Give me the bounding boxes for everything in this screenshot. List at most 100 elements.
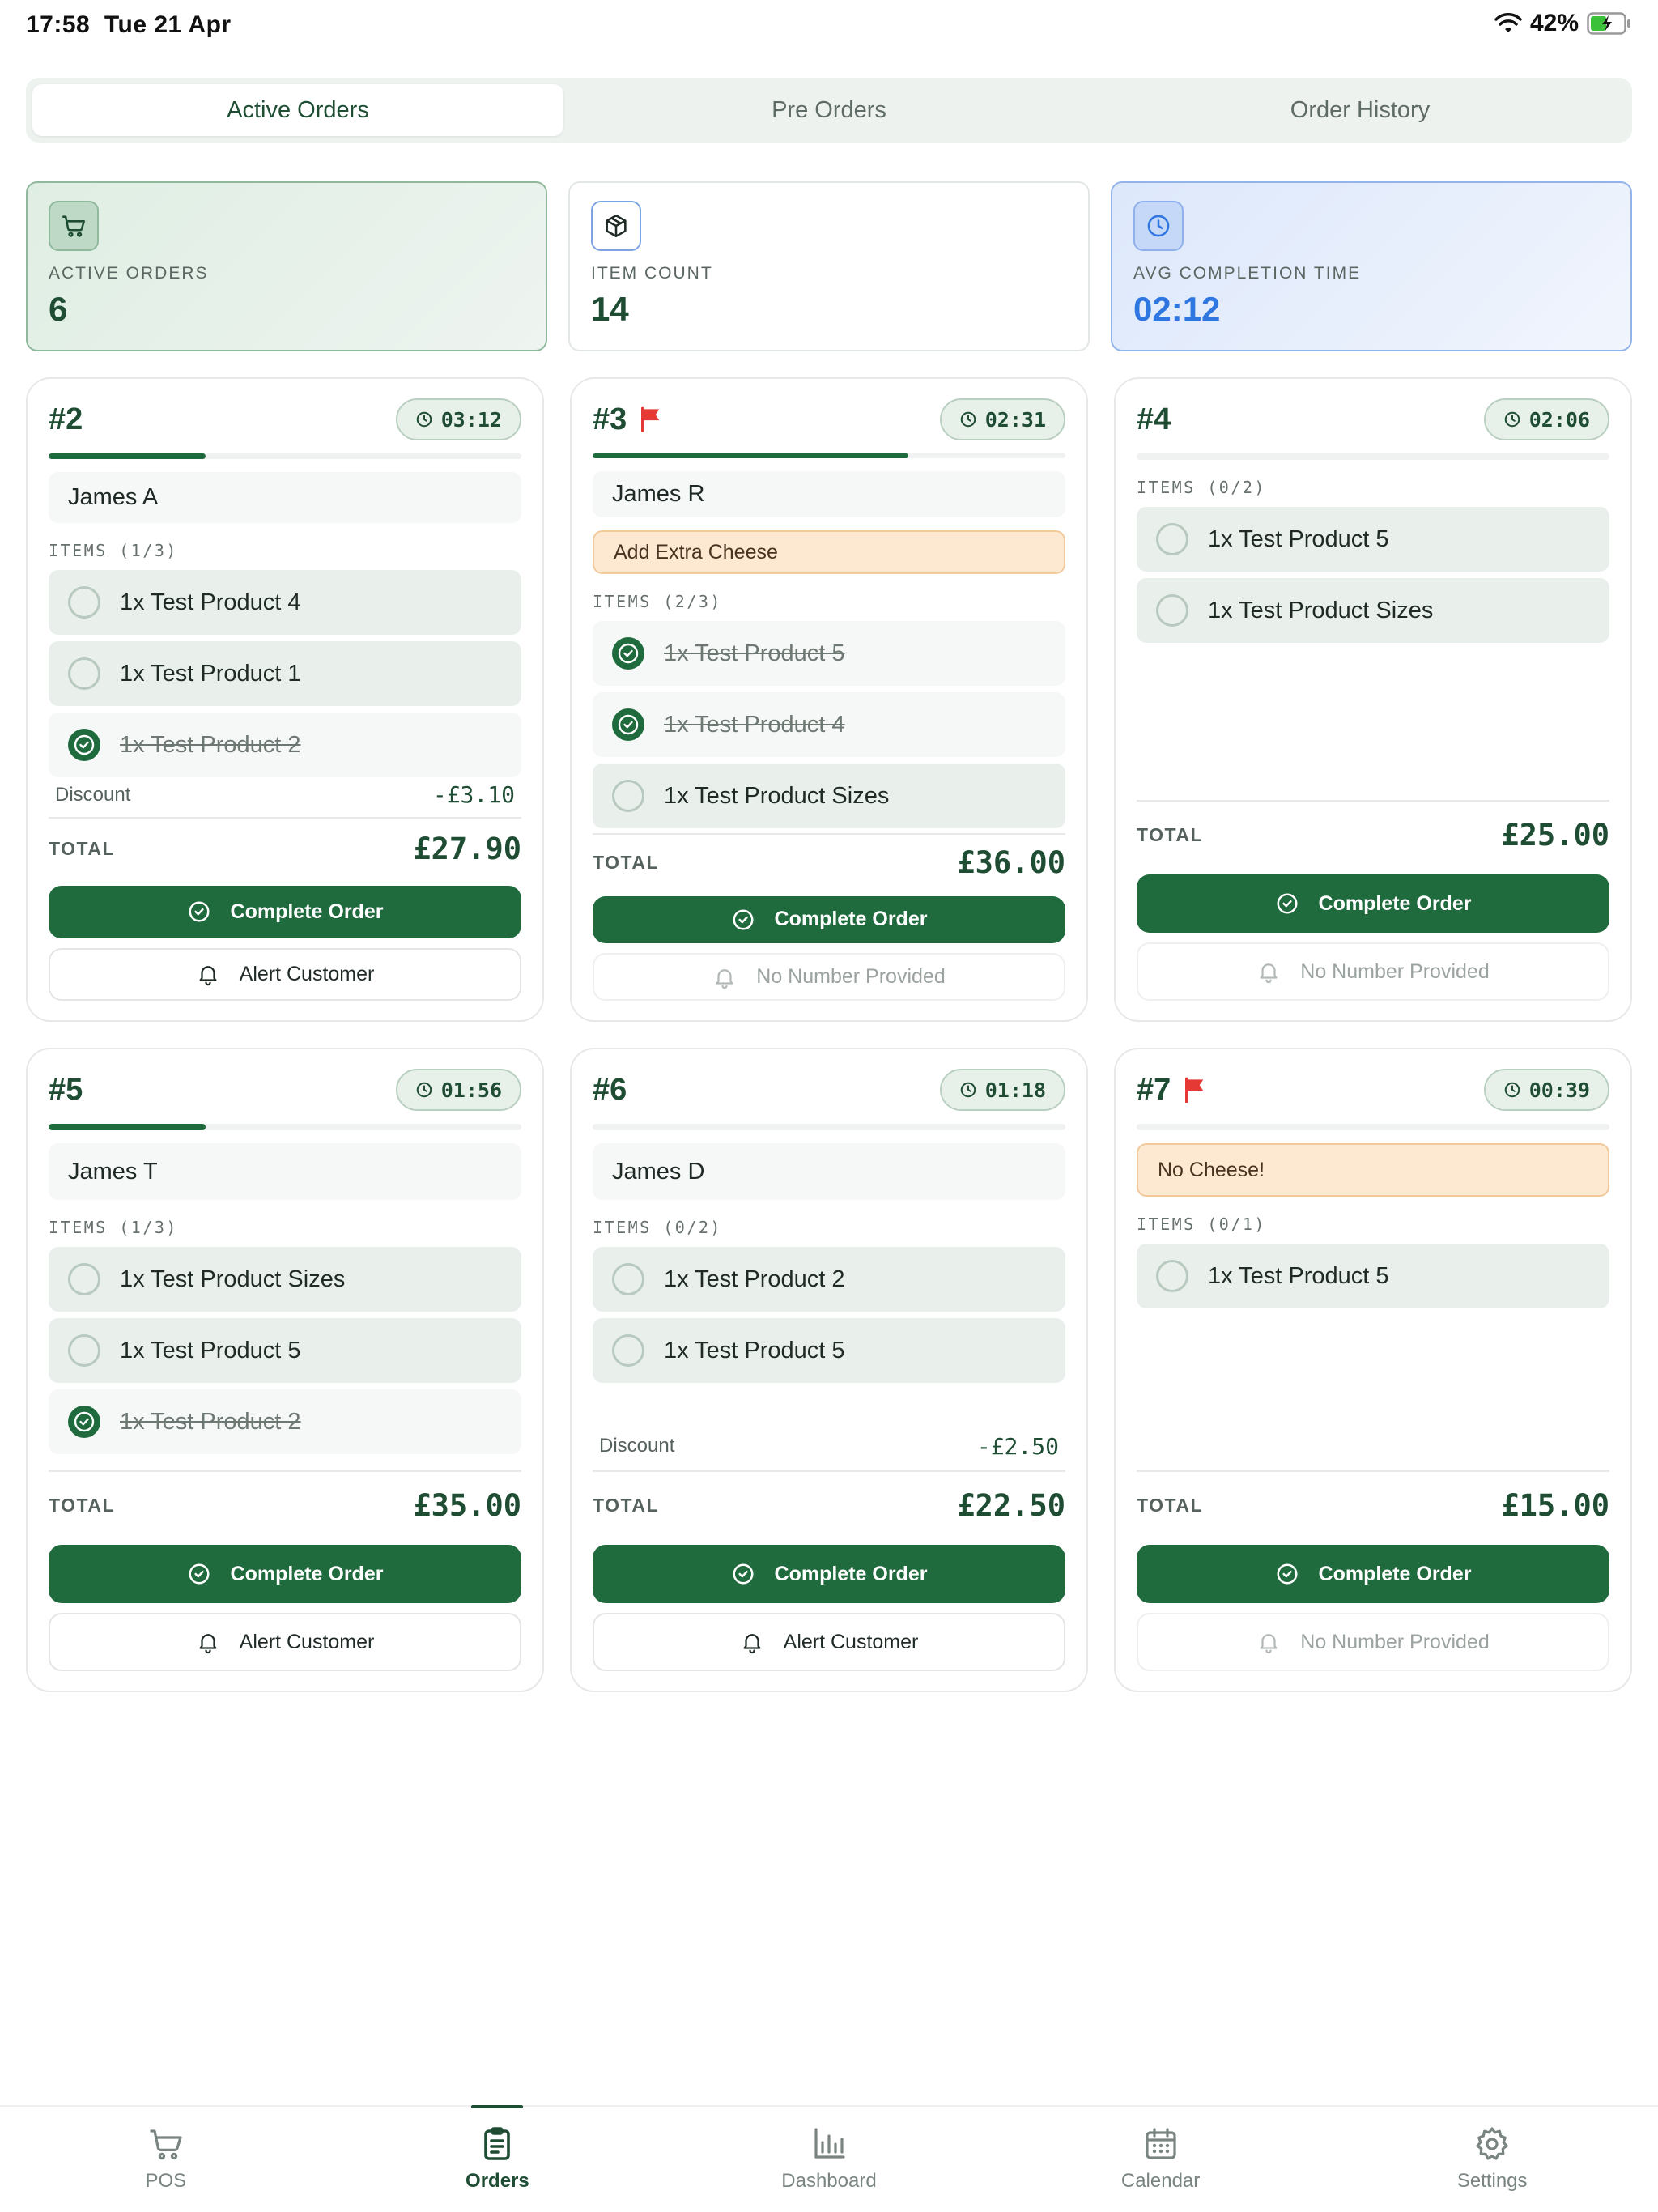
empty-circle-icon bbox=[612, 1263, 644, 1295]
check-circle-icon bbox=[612, 708, 644, 742]
stat-label: ITEM COUNT bbox=[591, 264, 713, 283]
stat-value: 02:12 bbox=[1133, 290, 1221, 328]
order-item[interactable]: 1x Test Product 5 bbox=[49, 1318, 521, 1383]
status-bar: 17:58 Tue 21 Apr 42% bbox=[0, 0, 1658, 52]
nav-label: Settings bbox=[1456, 2170, 1528, 2192]
bottom-nav: POS Orders Dashboard Calendar Settings bbox=[0, 2105, 1658, 2212]
order-item[interactable]: 1x Test Product Sizes bbox=[1137, 578, 1609, 643]
order-item[interactable]: 1x Test Product 1 bbox=[49, 641, 521, 707]
total-value: £25.00 bbox=[1501, 817, 1609, 853]
tab-pre-orders[interactable]: Pre Orders bbox=[563, 84, 1095, 136]
check-circle-icon bbox=[68, 729, 100, 762]
order-header: #7 00:39 bbox=[1137, 1069, 1609, 1111]
order-item[interactable]: 1x Test Product 4 bbox=[593, 692, 1065, 758]
item-name: 1x Test Product Sizes bbox=[120, 1266, 346, 1292]
nav-label: Orders bbox=[466, 2170, 529, 2192]
order-item[interactable]: 1x Test Product 5 bbox=[1137, 507, 1609, 572]
items-label: ITEMS (0/2) bbox=[593, 1218, 722, 1237]
total-row: TOTAL £27.90 bbox=[49, 817, 521, 876]
order-item[interactable]: 1x Test Product Sizes bbox=[49, 1247, 521, 1312]
items-label: ITEMS (0/2) bbox=[1137, 478, 1266, 497]
order-progress bbox=[593, 453, 1065, 459]
order-item[interactable]: 1x Test Product 2 bbox=[49, 713, 521, 778]
complete-order-button[interactable]: Complete Order bbox=[593, 1545, 1065, 1603]
order-item[interactable]: 1x Test Product 5 bbox=[593, 1318, 1065, 1383]
nav-settings[interactable]: Settings bbox=[1326, 2107, 1658, 2212]
discount-label: Discount bbox=[599, 1435, 675, 1457]
order-note: Add Extra Cheese bbox=[593, 530, 1065, 575]
order-item[interactable]: 1x Test Product 5 bbox=[593, 621, 1065, 687]
item-name: 1x Test Product 1 bbox=[120, 660, 301, 687]
nav-label: Calendar bbox=[1120, 2170, 1201, 2192]
order-header: #5 01:56 bbox=[49, 1069, 521, 1111]
nav-calendar[interactable]: Calendar bbox=[995, 2107, 1327, 2212]
total-label: TOTAL bbox=[593, 851, 660, 873]
items-label: ITEMS (1/3) bbox=[49, 541, 178, 561]
item-name: 1x Test Product 5 bbox=[664, 640, 845, 666]
empty-circle-icon bbox=[1156, 594, 1188, 627]
total-row: TOTAL £22.50 bbox=[593, 1470, 1065, 1535]
items-list: 1x Test Product 4 1x Test Product 1 1x Tes… bbox=[49, 570, 521, 778]
order-item[interactable]: 1x Test Product Sizes bbox=[593, 764, 1065, 829]
clock-icon bbox=[1503, 410, 1521, 428]
empty-circle-icon bbox=[68, 657, 100, 691]
cart-icon bbox=[150, 2129, 182, 2160]
total-label: TOTAL bbox=[49, 1494, 116, 1516]
total-row: TOTAL £36.00 bbox=[593, 833, 1065, 887]
order-card: #6 01:18 James D ITEMS (0/2) 1x Test Product… bbox=[570, 1048, 1088, 1692]
tab-active-orders[interactable]: Active Orders bbox=[32, 84, 563, 136]
no-number-button: No Number Provided bbox=[593, 953, 1065, 1001]
order-progress bbox=[1137, 453, 1609, 460]
total-label: TOTAL bbox=[49, 838, 116, 860]
complete-order-button[interactable]: Complete Order bbox=[593, 895, 1065, 944]
progress-fill bbox=[49, 453, 206, 460]
alert-customer-button[interactable]: Alert Customer bbox=[49, 947, 521, 1001]
alert-customer-button[interactable]: Alert Customer bbox=[49, 1613, 521, 1671]
stat-label: ACTIVE ORDERS bbox=[49, 264, 209, 283]
bell-icon bbox=[196, 962, 220, 986]
bell-icon bbox=[740, 1630, 764, 1654]
calendar-icon bbox=[1145, 2128, 1176, 2159]
clock-icon bbox=[415, 410, 433, 428]
nav-dashboard[interactable]: Dashboard bbox=[663, 2107, 995, 2212]
no-number-button: No Number Provided bbox=[1137, 942, 1609, 1001]
progress-fill bbox=[49, 1124, 206, 1130]
order-item[interactable]: 1x Test Product 2 bbox=[593, 1247, 1065, 1312]
order-timer: 03:12 bbox=[395, 398, 521, 440]
items-list: 1x Test Product 2 1x Test Product 5 bbox=[593, 1247, 1065, 1383]
item-name: 1x Test Product 2 bbox=[120, 731, 301, 758]
check-circle-icon bbox=[1275, 1562, 1299, 1586]
order-progress bbox=[49, 1124, 521, 1130]
stats-row: ACTIVE ORDERS 6 ITEM COUNT 14 AVG COMPLE… bbox=[26, 181, 1632, 351]
item-name: 1x Test Product Sizes bbox=[664, 782, 890, 809]
order-number: #7 bbox=[1137, 1072, 1171, 1107]
tab-order-history[interactable]: Order History bbox=[1095, 84, 1626, 136]
order-item[interactable]: 1x Test Product 4 bbox=[49, 570, 521, 636]
order-item[interactable]: 1x Test Product 5 bbox=[1137, 1244, 1609, 1308]
status-indicators: 42% bbox=[1494, 10, 1632, 37]
nav-pos[interactable]: POS bbox=[0, 2107, 332, 2212]
total-label: TOTAL bbox=[593, 1494, 660, 1516]
total-value: £22.50 bbox=[957, 1487, 1065, 1523]
complete-order-button[interactable]: Complete Order bbox=[1137, 874, 1609, 933]
discount-row: Discount -£3.10 bbox=[49, 777, 521, 812]
item-name: 1x Test Product 5 bbox=[120, 1337, 301, 1363]
order-item[interactable]: 1x Test Product 2 bbox=[49, 1389, 521, 1454]
complete-order-button[interactable]: Complete Order bbox=[1137, 1545, 1609, 1603]
alert-customer-button[interactable]: Alert Customer bbox=[593, 1613, 1065, 1671]
order-card: #4 02:06 ITEMS (0/2) 1x Test Product 5 1x Te… bbox=[1114, 377, 1632, 1022]
check-circle-icon bbox=[1275, 891, 1299, 916]
nav-orders[interactable]: Orders bbox=[332, 2105, 664, 2212]
order-header: #3 02:31 bbox=[593, 398, 1065, 440]
customer-name: James R bbox=[593, 471, 1065, 518]
order-number: #6 bbox=[593, 1072, 627, 1107]
complete-order-button[interactable]: Complete Order bbox=[49, 1545, 521, 1603]
items-list: 1x Test Product 5 1x Test Product Sizes bbox=[1137, 507, 1609, 643]
check-circle-icon bbox=[187, 900, 211, 924]
cart-icon bbox=[49, 201, 99, 251]
complete-order-button[interactable]: Complete Order bbox=[49, 886, 521, 938]
check-circle-icon bbox=[731, 908, 755, 932]
empty-circle-icon bbox=[612, 1334, 644, 1367]
